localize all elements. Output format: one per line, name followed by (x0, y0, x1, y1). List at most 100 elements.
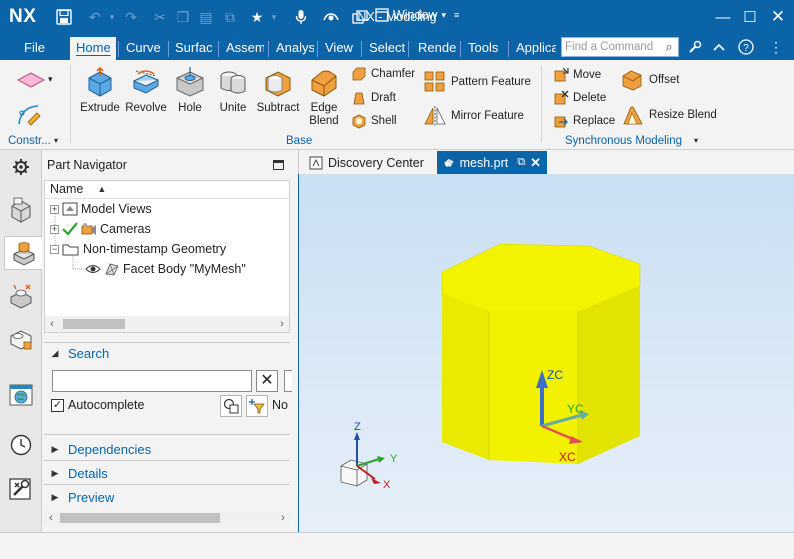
tab-view[interactable]: View (319, 37, 359, 60)
tab-home[interactable]: Home (70, 37, 116, 60)
scroll-thumb[interactable] (63, 319, 125, 329)
scroll-left-icon[interactable]: ‹ (45, 316, 59, 332)
mirror-feature-button[interactable]: Mirror Feature (423, 104, 524, 128)
replace-face-button[interactable]: Replace (553, 113, 615, 129)
command-finder[interactable]: Find a Command ⌕ (561, 37, 679, 57)
close-tab-icon[interactable]: ✕ (530, 155, 541, 171)
tab-select[interactable]: Select (363, 37, 405, 60)
minimize-icon[interactable]: — (711, 6, 735, 28)
sync-more-icon[interactable]: ▾ (694, 136, 698, 145)
expand-icon[interactable]: + (50, 224, 59, 234)
preview-section-header[interactable]: ▶ Preview (50, 490, 296, 505)
wrench-settings-icon[interactable] (684, 37, 706, 57)
move-face-button[interactable]: Move (553, 67, 601, 83)
tree-item-non-timestamp-geometry[interactable]: − Non-timestamp Geometry (50, 239, 226, 259)
offset-region-button[interactable]: Offset (621, 68, 679, 92)
edge-blend-icon (311, 70, 337, 97)
document-tab-bar: Discovery Center mesh.prt ⧉ ✕ (298, 150, 794, 174)
scroll-left-icon[interactable]: ‹ (44, 510, 58, 526)
construct-more-icon[interactable]: ▾ (54, 136, 58, 145)
offset-region-label: Offset (649, 74, 680, 86)
tab-application[interactable]: Application (510, 37, 556, 60)
revolve-button[interactable]: Revolve (124, 66, 168, 115)
dependencies-section-header[interactable]: ▶ Dependencies (50, 442, 296, 457)
subtract-icon (265, 71, 291, 97)
nx-window: NX ↶ ▾ ↷ ✂ ❐ ▤ ⧉ ★ ▾ Window ▾ ≡ NX - Mod… (0, 0, 794, 559)
collapse-ribbon-icon[interactable] (708, 37, 730, 57)
expand-icon[interactable]: + (50, 204, 59, 214)
autocomplete-checkbox[interactable]: ✓ Autocomplete (51, 398, 144, 412)
assembly-navigator-icon[interactable] (4, 193, 38, 227)
graphics-viewport[interactable]: ZC YC XC Z Y X (299, 174, 794, 532)
pattern-feature-button[interactable]: Pattern Feature (423, 70, 531, 94)
eye-visibility-icon[interactable] (85, 263, 101, 275)
tab-render[interactable]: Render (412, 37, 456, 60)
tree-item-model-views[interactable]: + Model Views (50, 199, 152, 219)
unite-button[interactable]: Unite (214, 66, 252, 115)
search-icon[interactable]: ⌕ (661, 39, 677, 55)
mesh-body[interactable] (441, 243, 641, 464)
visible-check-icon[interactable] (62, 222, 78, 236)
tab-file[interactable]: File (18, 37, 56, 60)
clear-search-icon[interactable]: ✕ (256, 370, 278, 392)
collapse-icon[interactable]: − (50, 244, 59, 254)
shell-button[interactable]: Shell (351, 113, 397, 129)
tab-surface[interactable]: Surface (169, 37, 213, 60)
autocomplete-label: Autocomplete (68, 398, 145, 412)
sketch-plane-icon[interactable] (16, 72, 46, 91)
tab-tools[interactable]: Tools (462, 37, 506, 60)
part-navigator-icon[interactable] (4, 236, 42, 270)
sketch-curve-icon[interactable] (16, 102, 42, 131)
tab-discovery-center[interactable]: Discovery Center (303, 151, 430, 174)
scroll-right-icon[interactable]: › (276, 510, 290, 526)
help-icon[interactable]: ? (735, 37, 757, 57)
reuse-library-icon[interactable] (4, 322, 38, 356)
construct-group-label: Constr... (8, 135, 51, 147)
tab-assembly[interactable]: Assembly (220, 37, 264, 60)
web-browser-icon[interactable] (4, 378, 38, 412)
delete-face-button[interactable]: Delete (553, 90, 606, 106)
float-tab-icon[interactable]: ⧉ (517, 156, 525, 169)
scroll-right-icon[interactable]: › (275, 316, 289, 332)
xc-axis-label: XC (559, 450, 576, 464)
search-sort-button[interactable] (246, 395, 268, 417)
expand-section-icon: ▶ (51, 492, 59, 502)
more-options-icon[interactable]: ⋮ (765, 37, 787, 57)
sketch-dropdown-icon[interactable]: ▾ (48, 74, 53, 85)
extrude-button[interactable]: Extrude (80, 66, 120, 115)
tab-curve[interactable]: Curve (120, 37, 166, 60)
tree-horizontal-scrollbar[interactable]: ‹ › (45, 316, 289, 332)
details-section-header[interactable]: ▶ Details (50, 466, 296, 481)
resource-settings-icon[interactable] (4, 150, 38, 184)
search-filter-button[interactable] (220, 395, 242, 417)
tree-item-cameras[interactable]: + Cameras (50, 219, 151, 239)
close-icon[interactable]: ✕ (766, 6, 790, 28)
maximize-panel-icon[interactable] (273, 160, 284, 170)
subtract-button[interactable]: Subtract (254, 66, 302, 115)
mesh-prt-label: mesh.prt (459, 155, 509, 170)
resize-blend-button[interactable]: Resize Blend (621, 103, 717, 127)
tree-item-facet-body[interactable]: Facet Body "MyMesh" (85, 259, 246, 279)
tab-mesh-prt[interactable]: mesh.prt ⧉ ✕ (437, 151, 547, 174)
maximize-icon[interactable]: ☐ (738, 6, 762, 28)
scroll-thumb[interactable] (60, 513, 220, 523)
edge-blend-button[interactable]: Edge Blend (304, 66, 344, 128)
search-options-button[interactable] (284, 370, 292, 392)
process-studio-icon[interactable] (4, 471, 38, 505)
checkbox-checked-icon[interactable]: ✓ (51, 398, 64, 412)
draft-button[interactable]: Draft (351, 90, 396, 106)
ribbon: ▾ Constr... ▾ Extrude Revolve Hole Unite… (0, 60, 794, 150)
tab-analysis[interactable]: Analysis (270, 37, 314, 60)
zc-axis-label: ZC (547, 368, 563, 382)
panel-horizontal-scrollbar[interactable]: ‹ › (44, 510, 290, 526)
part-file-icon (443, 158, 454, 167)
history-clock-icon[interactable] (4, 428, 38, 462)
camera-icon (81, 223, 96, 235)
chamfer-button[interactable]: Chamfer (351, 66, 415, 82)
navigator-search-input[interactable] (52, 370, 252, 392)
search-section-header[interactable]: ◢ Search (50, 346, 296, 361)
constraint-navigator-icon[interactable] (4, 279, 38, 313)
facet-body-icon (105, 263, 119, 276)
hole-button[interactable]: Hole (172, 66, 208, 115)
move-face-icon (554, 67, 569, 82)
